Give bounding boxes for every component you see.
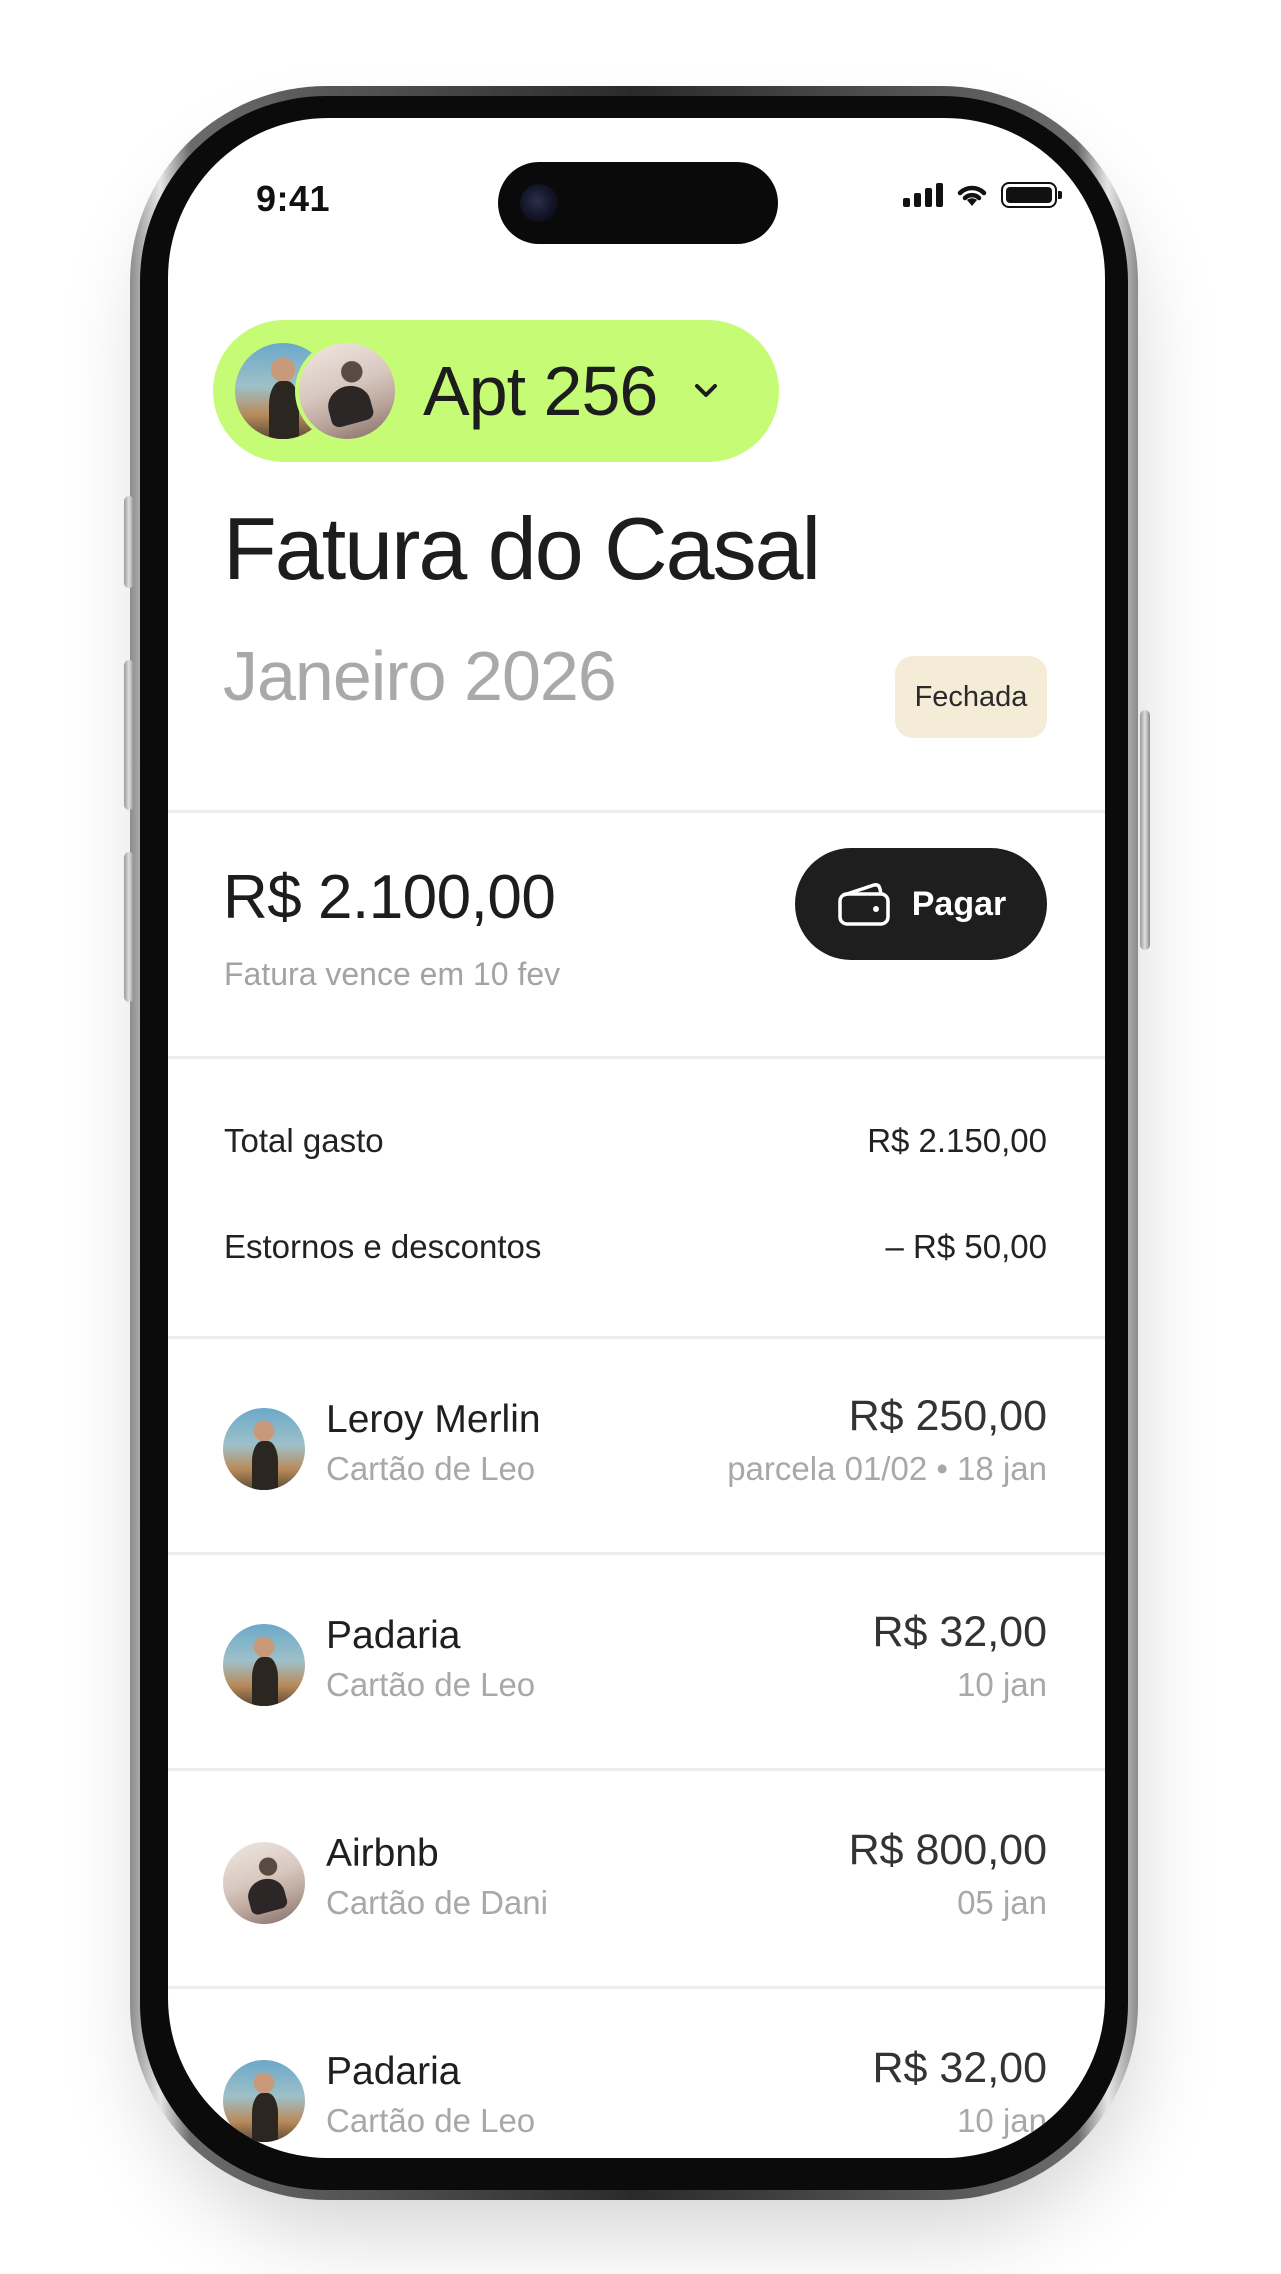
transaction-amount: R$ 32,00 [872, 1608, 1047, 1656]
divider [168, 810, 1105, 813]
transaction-meta: 05 jan [957, 1884, 1047, 1921]
action-button [124, 496, 134, 588]
group-name: Apt 256 [423, 352, 658, 430]
divider [168, 1056, 1105, 1059]
avatar-dani [295, 339, 399, 443]
invoice-amount: R$ 2.100,00 [223, 863, 556, 932]
summary-row-refunds: Estornos e descontos – R$ 50,00 [224, 1228, 1047, 1266]
divider [168, 1552, 1105, 1555]
camera-icon [520, 184, 558, 222]
pay-button-label: Pagar [911, 884, 1007, 923]
summary-value: – R$ 50,00 [885, 1228, 1047, 1265]
cellular-signal-icon [903, 183, 943, 207]
transaction-card: Cartão de Dani [326, 1884, 548, 1921]
transaction-meta: parcela 01/02 • 18 jan [727, 1450, 1047, 1487]
transaction-merchant: Leroy Merlin [326, 1398, 541, 1441]
transaction-row[interactable]: Airbnb Cartão de Dani R$ 800,00 05 jan [168, 1774, 1105, 1989]
chevron-down-icon [695, 384, 718, 397]
transaction-merchant: Airbnb [326, 1832, 439, 1875]
summary-label: Estornos e descontos [224, 1228, 542, 1265]
transaction-merchant: Padaria [326, 1614, 461, 1657]
app-screen: 9:41 Apt 256 Fatura do Casal Janeiro 202… [168, 118, 1105, 2158]
avatar [223, 1624, 305, 1706]
status-time: 9:41 [256, 178, 331, 219]
divider [168, 1768, 1105, 1771]
divider [168, 1336, 1105, 1339]
transaction-amount: R$ 800,00 [848, 1826, 1047, 1874]
transaction-row[interactable]: Padaria Cartão de Leo R$ 32,00 10 jan [168, 1992, 1105, 2158]
status-icons [903, 182, 1062, 208]
summary-row-total: Total gasto R$ 2.150,00 [224, 1122, 1047, 1160]
transaction-card: Cartão de Leo [326, 1666, 536, 1703]
dynamic-island [498, 162, 778, 244]
transaction-amount: R$ 32,00 [872, 2044, 1047, 2092]
transaction-card: Cartão de Leo [326, 1450, 536, 1487]
page-title: Fatura do Casal [223, 499, 821, 598]
volume-up-button [124, 660, 134, 810]
transaction-row[interactable]: Leroy Merlin Cartão de Leo R$ 250,00 par… [168, 1340, 1105, 1555]
avatar [223, 1408, 305, 1490]
transaction-merchant: Padaria [326, 2050, 461, 2093]
status-badge: Fechada [895, 656, 1047, 738]
group-selector[interactable]: Apt 256 [213, 320, 779, 462]
divider [168, 1986, 1105, 1989]
wallet-icon [838, 883, 890, 926]
volume-down-button [124, 852, 134, 1002]
summary-value: R$ 2.150,00 [867, 1122, 1047, 1159]
avatar [223, 1842, 305, 1924]
invoice-due-date: Fatura vence em 10 fev [224, 956, 561, 992]
pay-button[interactable]: Pagar [795, 848, 1047, 960]
summary-label: Total gasto [224, 1122, 384, 1159]
transaction-row[interactable]: Padaria Cartão de Leo R$ 32,00 10 jan [168, 1556, 1105, 1771]
avatar [223, 2060, 305, 2142]
wifi-icon [957, 185, 987, 206]
invoice-period: Janeiro 2026 [223, 637, 617, 715]
transaction-meta: 10 jan [957, 1666, 1047, 1703]
transaction-card: Cartão de Leo [326, 2102, 536, 2139]
transaction-meta: 10 jan [957, 2102, 1047, 2139]
power-button [1140, 710, 1150, 950]
battery-icon [1001, 182, 1062, 208]
transaction-amount: R$ 250,00 [848, 1392, 1047, 1440]
